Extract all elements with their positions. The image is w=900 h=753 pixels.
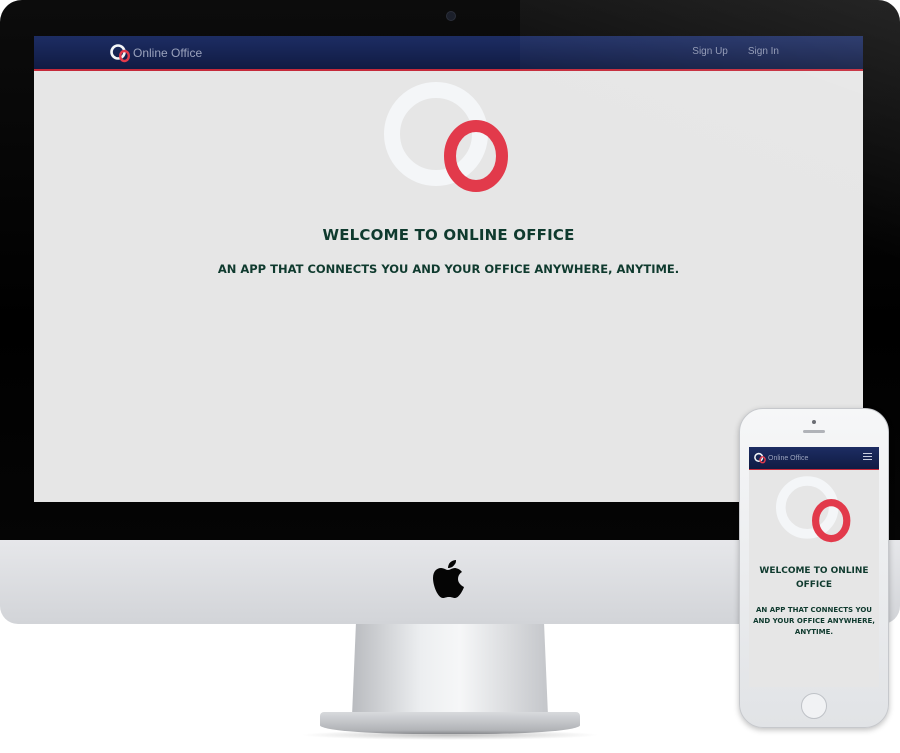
mobile-tagline: AN APP THAT CONNECTS YOU AND YOUR OFFICE… (753, 606, 875, 636)
online-office-logo-icon (110, 44, 131, 63)
hamburger-menu-icon[interactable] (863, 453, 872, 462)
desk-shadow (300, 730, 600, 740)
webcam-icon (446, 11, 456, 21)
mobile-welcome-heading: WELCOME TO ONLINE OFFICE (759, 566, 869, 590)
home-button[interactable] (801, 693, 827, 719)
nav-links: Sign Up Sign In (692, 46, 779, 57)
mobile-navbar-brand[interactable]: Online Office (754, 452, 808, 464)
front-camera-icon (812, 420, 816, 424)
welcome-heading: WELCOME TO ONLINE OFFICE (322, 226, 575, 244)
sign-in-link[interactable]: Sign In (748, 46, 779, 57)
imac-stand-neck (352, 624, 548, 716)
mobile-screen: Online Office WELCOME TO ONLINE OFFICE A… (749, 447, 879, 687)
sign-up-link[interactable]: Sign Up (692, 46, 728, 57)
online-office-hero-logo-icon (776, 476, 851, 543)
apple-logo-icon (433, 560, 464, 598)
online-office-hero-logo-icon (384, 82, 508, 192)
online-office-logo-icon (754, 452, 766, 464)
navbar-brand[interactable]: Online Office (110, 43, 202, 63)
iphone-frame: Online Office WELCOME TO ONLINE OFFICE A… (739, 408, 889, 728)
tagline: AN APP THAT CONNECTS YOU AND YOUR OFFICE… (217, 262, 680, 276)
brand-name: Online Office (133, 46, 203, 60)
navbar: Online Office Sign Up Sign In (34, 36, 863, 71)
mobile-brand-name: Online Office (768, 454, 809, 462)
mobile-navbar: Online Office (749, 447, 879, 470)
earpiece-speaker (803, 430, 825, 433)
